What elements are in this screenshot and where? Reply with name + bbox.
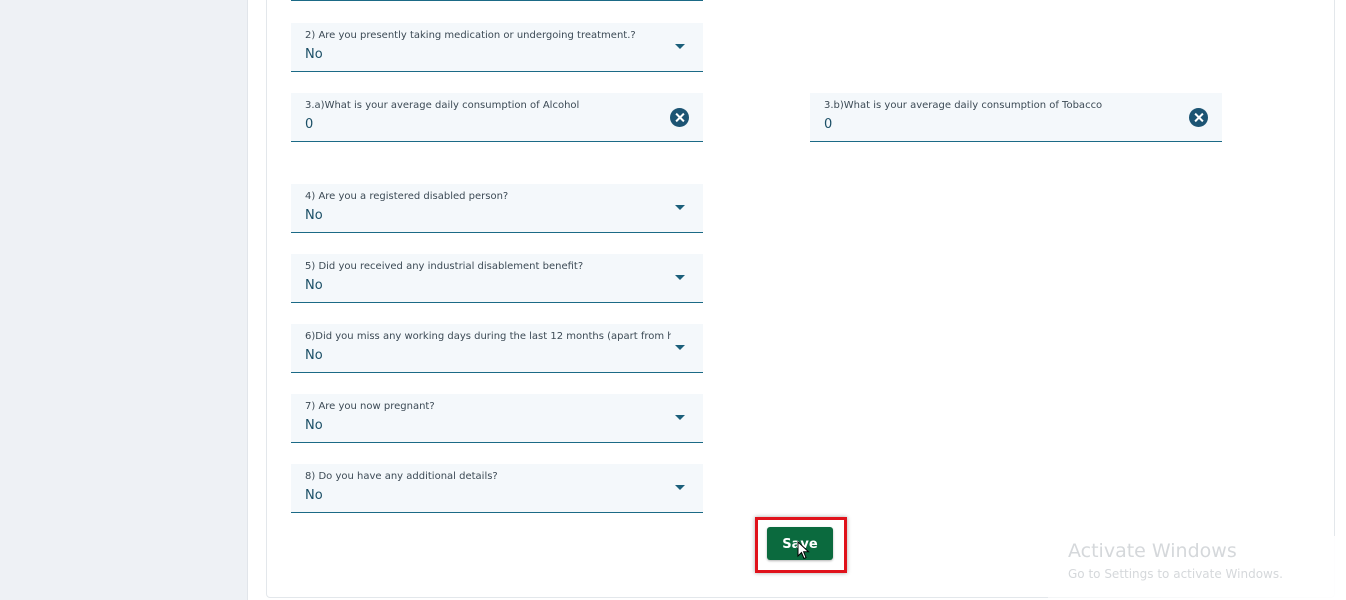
field-label: 3.a)What is your average daily consumpti… — [305, 100, 580, 111]
field-label: 2) Are you presently taking medication o… — [305, 30, 636, 41]
additional-details-select[interactable]: 8) Do you have any additional details? N… — [291, 464, 703, 513]
field-value: No — [305, 278, 323, 293]
field-label: 4) Are you a registered disabled person? — [305, 191, 509, 202]
sidebar — [0, 0, 248, 600]
field-value: 0 — [305, 117, 314, 132]
watermark-subtitle: Go to Settings to activate Windows. — [1068, 567, 1283, 581]
field-label: 5) Did you received any industrial disab… — [305, 261, 584, 272]
tobacco-consumption-input[interactable]: 3.b)What is your average daily consumpti… — [810, 93, 1222, 142]
previous-field-underline — [291, 0, 703, 1]
medication-treatment-select[interactable]: 2) Are you presently taking medication o… — [291, 23, 703, 72]
field-label: 6)Did you miss any working days during t… — [305, 331, 671, 342]
industrial-benefit-select[interactable]: 5) Did you received any industrial disab… — [291, 254, 703, 303]
clear-circle-x-icon[interactable] — [1189, 108, 1208, 127]
field-value: No — [305, 47, 323, 62]
clear-circle-x-icon[interactable] — [670, 108, 689, 127]
dropdown-caret-icon[interactable] — [675, 44, 685, 49]
watermark-title: Activate Windows — [1068, 540, 1237, 562]
field-value: No — [305, 418, 323, 433]
field-label: 7) Are you now pregnant? — [305, 401, 435, 412]
dropdown-caret-icon[interactable] — [675, 485, 685, 490]
field-value: No — [305, 348, 323, 363]
pregnant-select[interactable]: 7) Are you now pregnant? No — [291, 394, 703, 443]
alcohol-consumption-input[interactable]: 3.a)What is your average daily consumpti… — [291, 93, 703, 142]
field-label: 8) Do you have any additional details? — [305, 471, 498, 482]
dropdown-caret-icon[interactable] — [675, 205, 685, 210]
mouse-pointer-icon — [797, 541, 810, 560]
dropdown-caret-icon[interactable] — [675, 345, 685, 350]
missed-working-days-select[interactable]: 6)Did you miss any working days during t… — [291, 324, 703, 373]
registered-disabled-select[interactable]: 4) Are you a registered disabled person?… — [291, 184, 703, 233]
activate-windows-watermark: Activate Windows Go to Settings to activ… — [1048, 536, 1346, 600]
dropdown-caret-icon[interactable] — [675, 275, 685, 280]
dropdown-caret-icon[interactable] — [675, 415, 685, 420]
field-label: 3.b)What is your average daily consumpti… — [824, 100, 1103, 111]
field-value: No — [305, 488, 323, 503]
field-value: 0 — [824, 117, 833, 132]
field-value: No — [305, 208, 323, 223]
